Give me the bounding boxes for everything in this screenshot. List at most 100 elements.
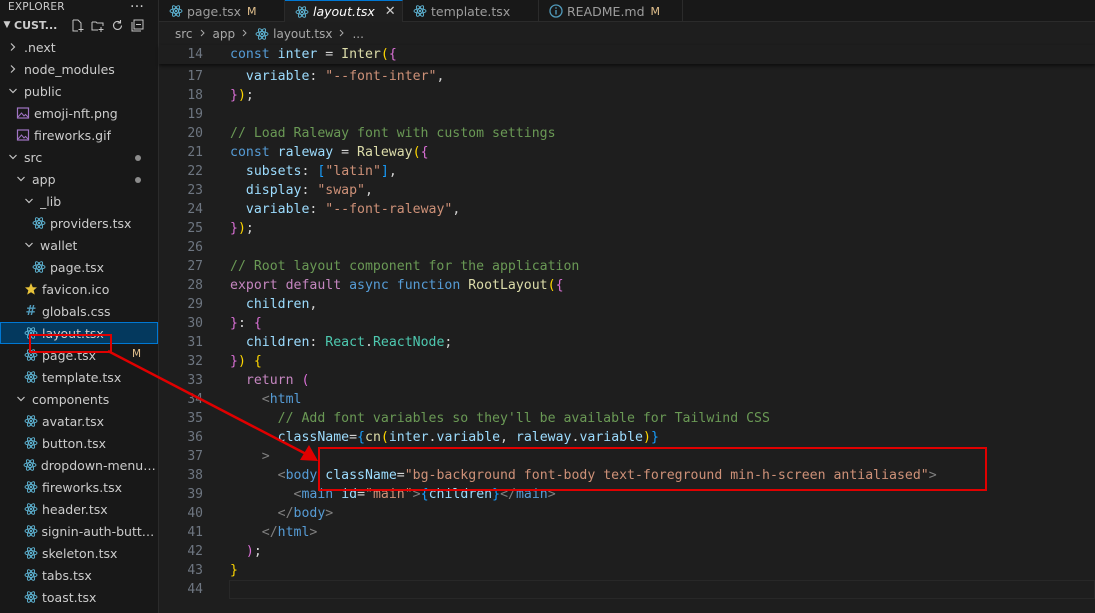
code-token: : <box>301 164 318 179</box>
tab-modified-badge: M <box>247 4 257 18</box>
breadcrumb-item[interactable]: ... <box>352 27 363 41</box>
code-line: 31 children: React.ReactNode; <box>159 333 1095 352</box>
tree-file[interactable]: toast.tsx <box>0 586 158 608</box>
code-token: : <box>301 183 318 198</box>
chevron-down-icon[interactable] <box>15 394 27 404</box>
tab-layout-tsx[interactable]: layout.tsx ✕ <box>285 0 403 22</box>
code-token: ; <box>245 221 254 236</box>
line-number: 43 <box>187 563 203 578</box>
tree-folder[interactable]: _lib <box>0 190 158 212</box>
code-token: ( <box>380 47 389 62</box>
tree-item-label: components <box>32 391 110 407</box>
code-editor[interactable]: 14 const inter = Inter({17 variable: "--f… <box>159 44 1095 613</box>
tree-folder[interactable]: wallet <box>0 234 158 256</box>
tree-file[interactable]: emoji-nft.png <box>0 102 158 124</box>
code-line: 40 </body> <box>159 504 1095 523</box>
workspace-section-header[interactable]: ▼ CUST... <box>0 14 158 36</box>
chevron-down-icon[interactable] <box>7 86 19 96</box>
image-file-icon <box>15 106 31 120</box>
code-token: , <box>452 202 461 217</box>
code-token: raleway <box>277 145 334 160</box>
tree-folder[interactable]: src <box>0 146 158 168</box>
code-token: < <box>230 392 270 407</box>
code-token: > <box>230 449 270 464</box>
close-tab-icon[interactable]: ✕ <box>385 4 396 19</box>
code-token: } <box>230 354 238 369</box>
tree-file[interactable]: template.tsx <box>0 366 158 388</box>
code-token: body <box>293 506 326 521</box>
code-token: } <box>230 88 238 103</box>
chevron-down-icon[interactable] <box>23 240 35 250</box>
chevron-down-icon[interactable]: ▼ <box>0 20 14 30</box>
favicon-star-icon <box>23 282 39 296</box>
tab-template-tsx[interactable]: template.tsx <box>403 0 539 22</box>
tree-folder[interactable]: public <box>0 80 158 102</box>
code-token: ) <box>237 221 246 236</box>
chevron-down-icon[interactable] <box>23 196 35 206</box>
react-file-icon <box>23 546 39 560</box>
tree-file[interactable]: signin-auth-butto... <box>0 520 158 542</box>
refresh-icon[interactable] <box>111 19 124 32</box>
tree-folder[interactable]: app <box>0 168 158 190</box>
tree-file[interactable]: tabs.tsx <box>0 564 158 586</box>
code-token: cn <box>365 430 381 445</box>
code-token: ) <box>230 544 254 559</box>
code-token: variable <box>436 430 501 445</box>
tree-file[interactable]: header.tsx <box>0 498 158 520</box>
tree-file[interactable]: dropdown-menu.tsx <box>0 454 158 476</box>
code-token: } <box>230 221 238 236</box>
chevron-right-icon[interactable] <box>7 64 19 74</box>
line-number: 34 <box>187 392 203 407</box>
code-token: "--font-raleway" <box>325 202 453 217</box>
more-actions-icon[interactable]: ··· <box>130 0 144 14</box>
tree-file[interactable]: # globals.css <box>0 300 158 322</box>
breadcrumb-item[interactable]: layout.tsx <box>273 27 332 41</box>
code-line: 27 // Root layout component for the appli… <box>159 257 1095 276</box>
breadcrumb-item[interactable]: app <box>213 27 236 41</box>
tree-file[interactable]: fireworks.gif <box>0 124 158 146</box>
tree-file[interactable]: button.tsx <box>0 432 158 454</box>
code-token: raleway <box>515 430 572 445</box>
annotation-box-code <box>318 447 987 491</box>
tree-folder[interactable]: node_modules <box>0 58 158 80</box>
code-token: const <box>230 47 278 62</box>
tree-file[interactable]: favicon.ico <box>0 278 158 300</box>
tree-file[interactable]: skeleton.tsx <box>0 542 158 564</box>
code-token: , <box>500 430 516 445</box>
tab-readme-md[interactable]: README.md M <box>539 0 683 22</box>
code-line: 29 children, <box>159 295 1095 314</box>
tree-folder[interactable]: .next <box>0 36 158 58</box>
chevron-down-icon[interactable] <box>7 152 19 162</box>
breadcrumb-separator-icon <box>241 29 249 40</box>
tree-file[interactable]: providers.tsx <box>0 212 158 234</box>
tab-page-tsx[interactable]: page.tsx M <box>159 0 285 22</box>
code-token: ; <box>253 544 262 559</box>
explorer-title: EXPLORER <box>8 1 65 13</box>
react-file-icon <box>23 568 39 582</box>
chevron-right-icon[interactable] <box>7 42 19 52</box>
code-text: }); <box>230 219 254 238</box>
code-token: ) <box>642 430 651 445</box>
tree-file[interactable]: page.tsx <box>0 256 158 278</box>
code-token: } <box>230 316 238 331</box>
breadcrumb-item[interactable]: src <box>175 27 193 41</box>
tree-folder[interactable]: components <box>0 388 158 410</box>
react-file-icon <box>23 524 38 538</box>
code-text: children, <box>230 295 317 314</box>
code-line: 24 variable: "--font-raleway", <box>159 200 1095 219</box>
tree-file[interactable]: fireworks.tsx <box>0 476 158 498</box>
breadcrumb-separator-icon <box>338 29 346 40</box>
react-file-icon <box>23 480 39 494</box>
new-file-icon[interactable] <box>71 19 84 32</box>
code-token: ( <box>380 430 389 445</box>
line-number: 27 <box>187 259 203 274</box>
tree-file[interactable]: avatar.tsx <box>0 410 158 432</box>
tree-item-label: wallet <box>40 237 78 253</box>
code-token: variable <box>230 202 310 217</box>
chevron-down-icon[interactable] <box>15 174 27 184</box>
code-line: 19 <box>159 105 1095 124</box>
new-folder-icon[interactable] <box>91 19 104 32</box>
collapse-all-icon[interactable] <box>131 19 144 32</box>
code-token: { <box>555 278 564 293</box>
